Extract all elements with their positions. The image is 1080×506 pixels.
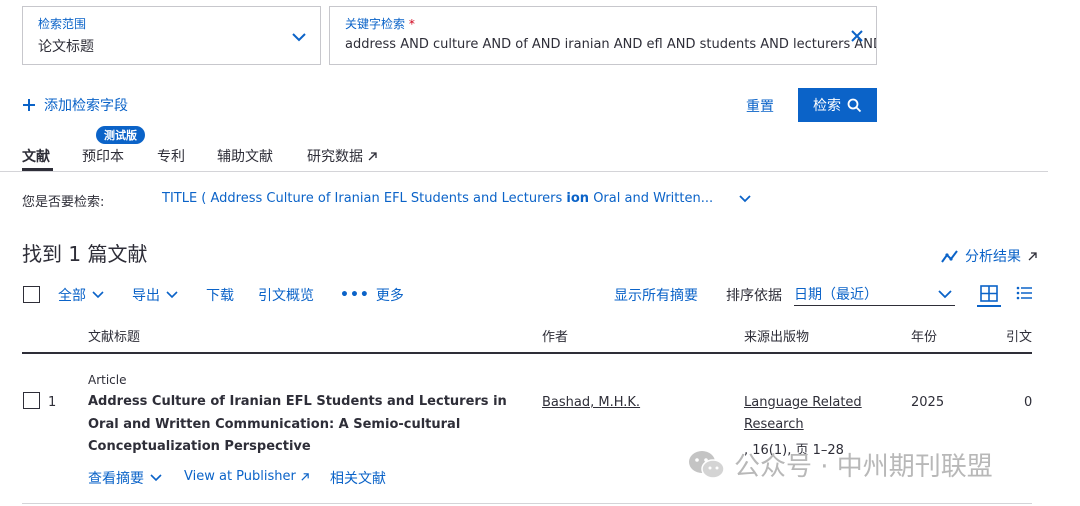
search-scope-value: 论文标题 <box>38 39 94 55</box>
source-link-line2[interactable]: Research <box>744 417 804 432</box>
watermark: 公众号 · 中州期刊联盟 <box>688 446 993 483</box>
sort-value: 日期（最近） <box>794 287 878 303</box>
external-link-icon <box>301 472 309 481</box>
related-documents-link[interactable]: 相关文献 <box>330 468 386 488</box>
external-link-icon <box>368 151 377 160</box>
year-value: 2025 <box>911 395 945 410</box>
row-index: 1 <box>48 395 57 410</box>
suggestion-suffix: Oral and Written... <box>589 191 714 206</box>
keyword-label: 关键字检索 <box>345 17 406 31</box>
search-icon <box>847 98 862 112</box>
clear-icon[interactable] <box>850 29 864 43</box>
more-button[interactable]: ••• 更多 <box>340 285 404 305</box>
search-button[interactable]: 检索 <box>798 88 877 122</box>
did-you-mean-suggestion[interactable]: TITLE ( Address Culture of Iranian EFL S… <box>162 191 713 206</box>
suggestion-bold: ion <box>566 191 590 206</box>
tab-patents[interactable]: 专利 <box>157 146 185 166</box>
view-abstract-dropdown[interactable]: 查看摘要 <box>88 468 162 488</box>
grid-view-icon <box>980 285 998 302</box>
show-all-abstracts-button[interactable]: 显示所有摘要 <box>614 285 698 305</box>
tab-documents[interactable]: 文献 <box>22 146 50 166</box>
external-link-icon <box>1028 251 1037 260</box>
search-scope-label: 检索范围 <box>38 17 87 31</box>
doc-type: Article <box>88 373 127 387</box>
chevron-down-icon <box>938 290 952 299</box>
trend-chart-icon <box>941 250 958 263</box>
required-star: * <box>408 17 415 31</box>
row-checkbox[interactable] <box>23 392 40 409</box>
select-all-checkbox[interactable] <box>23 286 40 303</box>
column-header-source[interactable]: 来源出版物 <box>744 326 809 345</box>
author-link[interactable]: Bashad, M.H.K. <box>542 395 640 410</box>
analyze-results-link[interactable]: 分析结果 <box>941 246 1038 266</box>
sort-select[interactable]: 日期（最近） <box>794 282 955 306</box>
tab-research-data-label: 研究数据 <box>307 149 363 165</box>
view-abstract-label: 查看摘要 <box>88 471 144 487</box>
export-label: 导出 <box>132 288 160 304</box>
citation-overview-button[interactable]: 引文概览 <box>258 285 314 305</box>
tab-secondary-documents[interactable]: 辅助文献 <box>217 146 273 166</box>
row-divider <box>22 503 1032 504</box>
download-button[interactable]: 下载 <box>206 285 234 305</box>
beta-badge: 测试版 <box>96 126 145 144</box>
column-header-title[interactable]: 文献标题 <box>88 326 140 345</box>
list-view-icon[interactable] <box>1016 286 1033 300</box>
view-at-publisher-label: View at Publisher <box>184 469 296 484</box>
add-search-field-link[interactable]: 添加检索字段 <box>22 95 128 115</box>
more-dots-icon: ••• <box>340 287 370 303</box>
tab-research-data[interactable]: 研究数据 <box>307 146 378 166</box>
watermark-text: 公众号 · 中州期刊联盟 <box>734 452 993 482</box>
column-header-year[interactable]: 年份 <box>911 326 937 345</box>
chevron-down-icon[interactable] <box>738 194 752 204</box>
source-link-line1[interactable]: Language Related <box>744 395 862 410</box>
keyword-label-row: 关键字检索 * <box>345 15 415 32</box>
export-dropdown[interactable]: 导出 <box>132 285 178 305</box>
document-title-link[interactable]: Address Culture of Iranian EFL Students … <box>88 391 508 459</box>
keyword-field[interactable]: 关键字检索 * address AND culture AND of AND i… <box>329 6 877 65</box>
more-label: 更多 <box>375 288 404 304</box>
tab-preprints[interactable]: 预印本 <box>82 146 124 166</box>
chevron-down-icon <box>292 33 306 42</box>
results-count: 找到 1 篇文献 <box>22 242 148 266</box>
table-header-divider <box>22 352 1032 354</box>
grid-view-button[interactable] <box>977 283 1001 307</box>
chevron-down-icon <box>150 474 162 482</box>
chevron-down-icon <box>92 291 104 299</box>
column-header-authors[interactable]: 作者 <box>542 326 568 345</box>
did-you-mean-label: 您是否要检索: <box>22 195 105 210</box>
sort-label: 排序依据 <box>726 288 782 304</box>
wechat-icon <box>689 450 725 479</box>
analyze-results-label: 分析结果 <box>965 249 1021 265</box>
add-search-field-label: 添加检索字段 <box>44 98 128 114</box>
chevron-down-icon <box>166 291 178 299</box>
search-scope-select[interactable]: 检索范围 论文标题 <box>22 6 321 65</box>
tabs-divider <box>0 171 1048 172</box>
select-all-dropdown[interactable]: 全部 <box>58 285 104 305</box>
view-at-publisher-link[interactable]: View at Publisher <box>184 469 310 484</box>
select-all-label: 全部 <box>58 288 86 304</box>
search-button-label: 检索 <box>813 98 841 114</box>
cited-count[interactable]: 0 <box>1024 395 1032 410</box>
suggestion-prefix: TITLE ( Address Culture of Iranian EFL S… <box>162 191 567 206</box>
reset-button[interactable]: 重置 <box>746 96 774 116</box>
keyword-input[interactable]: address AND culture AND of AND iranian A… <box>345 37 876 52</box>
column-header-cited[interactable]: 引文 <box>1006 326 1032 345</box>
plus-icon <box>23 99 35 111</box>
